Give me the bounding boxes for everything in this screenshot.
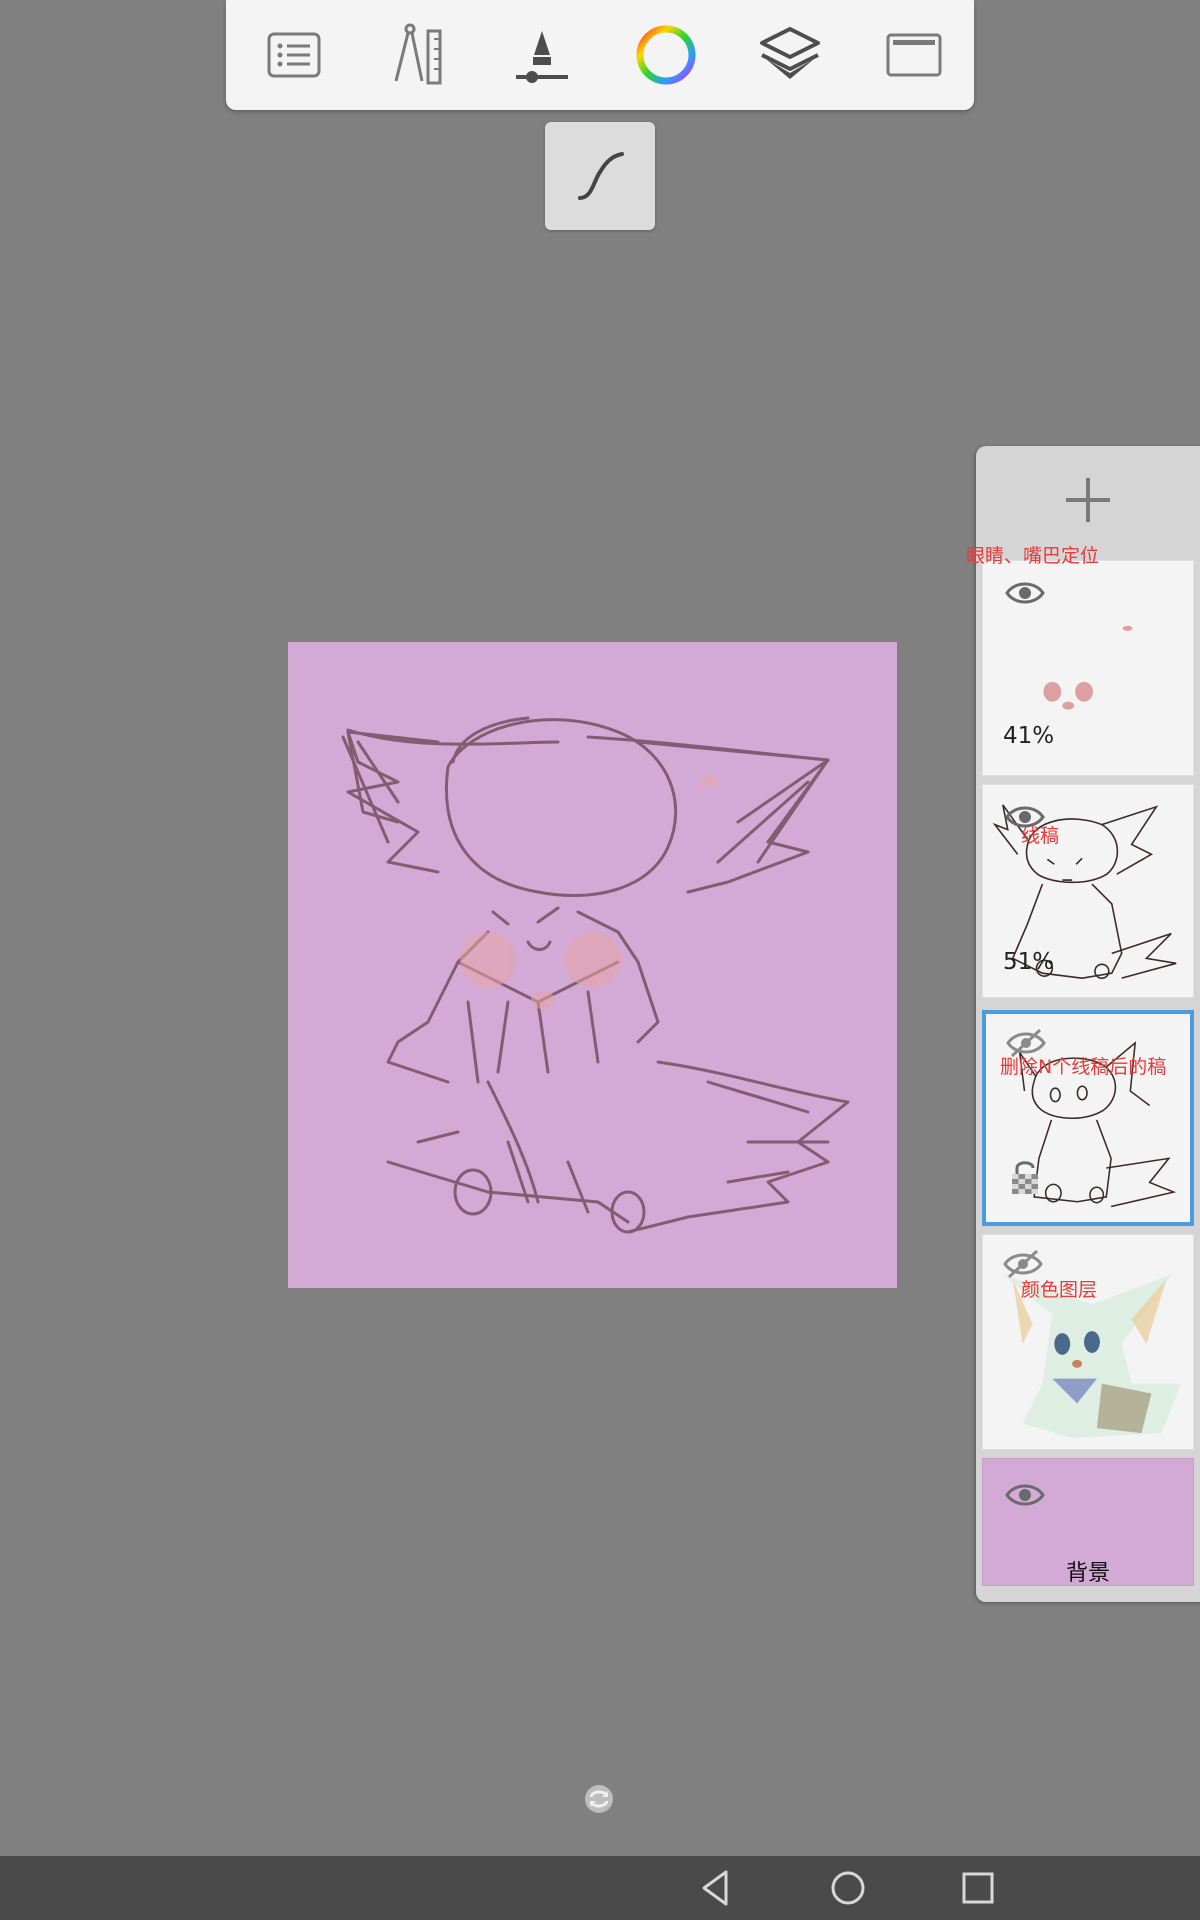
eye-icon[interactable] [1005, 579, 1045, 607]
system-nav-bar [0, 1856, 1200, 1920]
sketch-artwork [341, 716, 850, 1234]
layer-opacity: 51% [1003, 949, 1055, 975]
drawing-canvas[interactable] [288, 642, 897, 1288]
plus-icon [1066, 478, 1110, 522]
layer-name: 颜色图层 [1021, 1279, 1098, 1301]
layer-item-cleaned-sketch[interactable]: 删除N个线稿后的稿 [982, 1010, 1194, 1226]
back-icon[interactable] [694, 1866, 738, 1910]
layer-opacity: 41% [1003, 723, 1055, 749]
recents-icon[interactable] [956, 1866, 1000, 1910]
layer-panel: 41% 线稿 51% 删除N个线稿后的稿 颜色图层 背景 [976, 446, 1200, 1602]
ruler-compass-icon[interactable] [382, 22, 454, 88]
lock-icon[interactable] [1010, 1158, 1040, 1196]
layer-item-background[interactable]: 背景 [982, 1458, 1194, 1586]
layer-item-color[interactable]: 颜色图层 [982, 1234, 1194, 1450]
fullscreen-icon[interactable] [878, 22, 950, 88]
curve-stroke-button[interactable] [545, 122, 655, 230]
layer-name: 删除N个线稿后的稿 [1000, 1056, 1167, 1078]
top-toolbar [226, 0, 974, 110]
add-layer-button[interactable] [976, 446, 1200, 554]
layer-name: 背景 [1065, 1561, 1110, 1586]
eye-icon[interactable] [1005, 1481, 1045, 1509]
layer-name: 线稿 [1021, 825, 1060, 847]
layer-item-positioning[interactable]: 41% [982, 560, 1194, 776]
brush-size-icon[interactable] [506, 22, 578, 88]
layer-name-floating: 眼睛、嘴巴定位 [966, 545, 1100, 567]
menu-list-icon[interactable] [258, 22, 330, 88]
curve-stroke-icon [578, 152, 624, 200]
rotate-reset-icon[interactable] [582, 1782, 616, 1816]
home-icon[interactable] [826, 1866, 870, 1910]
layers-icon[interactable] [754, 22, 826, 88]
color-wheel-icon[interactable] [630, 22, 702, 88]
layer-item-lineart[interactable]: 线稿 51% [982, 784, 1194, 998]
